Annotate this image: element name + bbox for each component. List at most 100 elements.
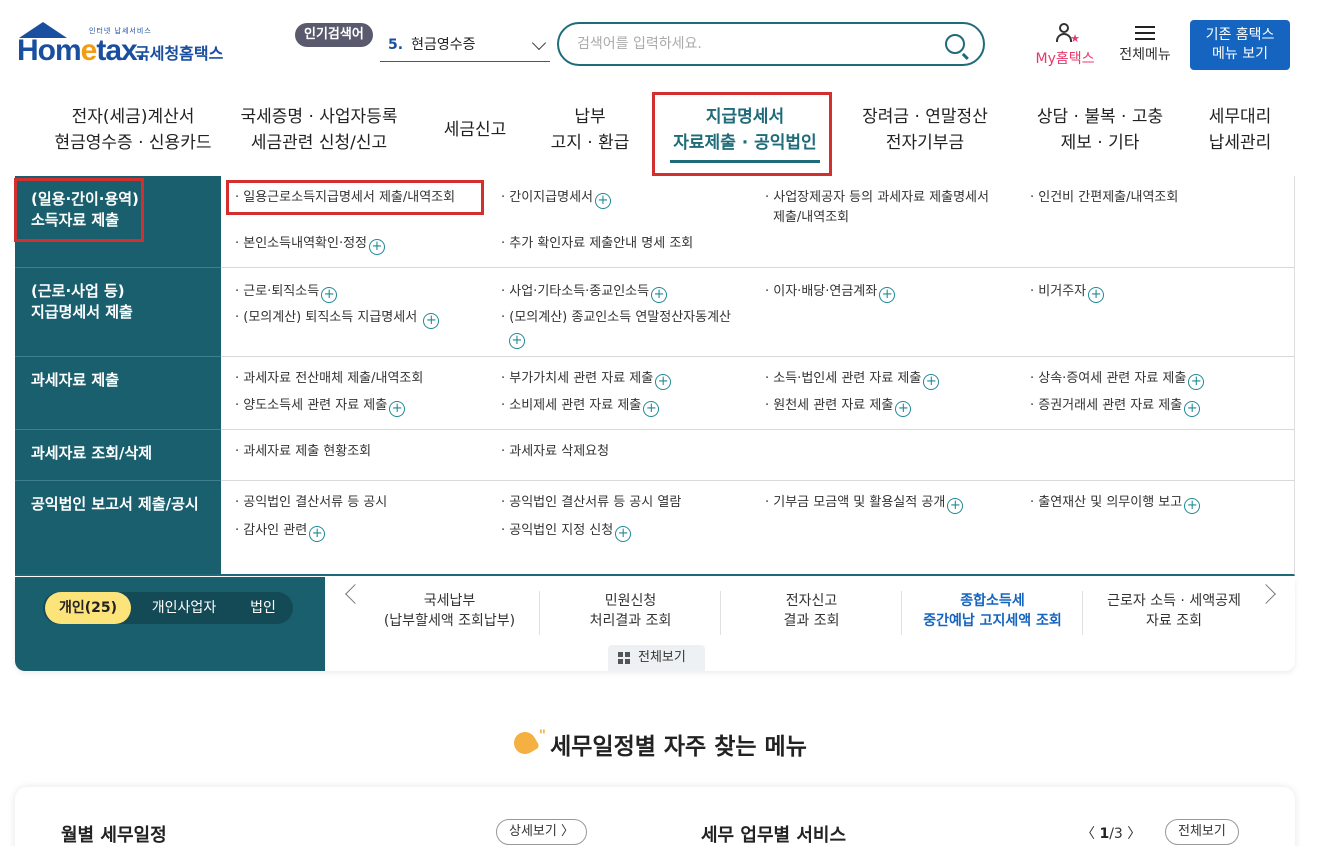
detail-view-button[interactable]: 상세보기 〉: [496, 819, 587, 845]
section-title-text: 세무일정별 자주 찾는 메뉴: [550, 734, 807, 760]
quick-label: (납부할세액 조회납부): [383, 613, 516, 629]
quick-label: 국세납부: [423, 593, 476, 609]
link-workplace-provider[interactable]: · 사업장제공자 등의 과세자료 제출명세서제출/내역조회: [765, 188, 989, 228]
search-box: [557, 22, 985, 66]
link-label: · 사업장제공자 등의 과세자료 제출명세서: [765, 190, 989, 205]
old-menu-label-2: 메뉴 보기: [1212, 46, 1268, 62]
gnb-tax-report[interactable]: 세금신고: [430, 117, 520, 143]
chevron-down-icon: [531, 35, 547, 51]
search-icon[interactable]: [945, 34, 965, 54]
pager-next-icon[interactable]: 〉: [1127, 826, 1141, 842]
link-vat-data[interactable]: · 부가가치세 관련 자료 제출 +: [501, 369, 672, 390]
link-consumption-data[interactable]: · 소비제세 관련 자료 제출 +: [501, 396, 660, 417]
link-label: · 이자·배당·연금계좌: [765, 284, 878, 299]
link-business-other[interactable]: · 사업·기타소득·종교인소득 +: [501, 282, 668, 303]
quick-label: 종합소득세: [960, 593, 1025, 609]
link-labor-cost[interactable]: · 인건비 간편제출/내역조회: [1030, 188, 1178, 208]
mega-row: (근로·사업 등) 지급명세서 제출 · 근로·퇴직소득 + · 사업·기타소득·종…: [15, 268, 1295, 357]
user-type-toggle: 개인(25) 개인사업자 법인: [43, 592, 293, 624]
hometax-logo[interactable]: 인터넷 납세서비스 Hometax. 국세청홈택스: [17, 22, 232, 72]
category-earned-income[interactable]: (근로·사업 등) 지급명세서 제출: [15, 268, 221, 357]
plus-icon: +: [615, 526, 632, 542]
gnb-incentive[interactable]: 장려금 · 연말정산 전자기부금: [850, 104, 1000, 156]
logo-subtitle: 국세청홈택스: [135, 44, 224, 63]
link-transfer-data[interactable]: · 양도소득세 관련 자료 제출 +: [235, 396, 406, 417]
quick-label: 전자신고: [785, 593, 838, 609]
link-earned-retirement[interactable]: · 근로·퇴직소득 +: [235, 282, 338, 303]
link-auditor[interactable]: · 감사인 관련 +: [235, 521, 326, 542]
quick-view-all-button[interactable]: 전체보기: [608, 645, 705, 671]
gnb-certificate[interactable]: 국세증명 · 사업자등록 세금관련 신청/신고: [234, 104, 404, 156]
mega-row: (일용·간이·용역) 소득자료 제출 · 일용근로소득지급명세서 제출/내역조회 …: [15, 176, 1295, 268]
popular-rank: 5.: [388, 37, 404, 53]
plus-icon: +: [595, 193, 611, 209]
link-donation-disclose[interactable]: · 기부금 모금액 및 활용실적 공개 +: [765, 493, 964, 514]
link-inheritance-data[interactable]: · 상속·증여세 관련 자료 제출 +: [1030, 369, 1205, 390]
link-submit-status[interactable]: · 과세자료 제출 현황조회: [235, 442, 371, 462]
page-total: /3: [1109, 826, 1123, 842]
user-type-panel: 개인(25) 개인사업자 법인: [15, 577, 325, 671]
link-public-corp-disclose[interactable]: · 공익법인 결산서류 등 공시: [235, 493, 387, 513]
gnb-label: 세무대리: [1208, 107, 1272, 127]
category-public-corp[interactable]: 공익법인 보고서 제출/공시: [15, 481, 221, 574]
gnb-tax-agent[interactable]: 세무대리 납세관리: [1195, 104, 1285, 156]
gnb-payment[interactable]: 납부 고지 · 환급: [540, 104, 640, 156]
link-label: · 본인소득내역확인·정정: [235, 236, 367, 251]
link-withholding-data[interactable]: · 원천세 관련 자료 제출 +: [765, 396, 912, 417]
service-view-all-button[interactable]: 전체보기: [1165, 819, 1239, 845]
link-label: 제출/내역조회: [773, 210, 850, 225]
pager: 〈 1/3 〉: [1081, 823, 1141, 843]
plus-icon: +: [879, 287, 896, 303]
link-mock-retirement[interactable]: · (모의계산) 퇴직소득 지급명세서 +: [235, 308, 440, 329]
gnb-consult[interactable]: 상담 · 불복 · 고충 제보 · 기타: [1025, 104, 1175, 156]
link-non-resident[interactable]: · 비거주자 +: [1030, 282, 1105, 303]
link-contribution-report[interactable]: · 출연재산 및 의무이행 보고 +: [1030, 493, 1201, 514]
gnb-label: 전자기부금: [885, 133, 965, 153]
grid-icon: [618, 652, 631, 665]
quick-income-tax-prepay[interactable]: 종합소득세 중간예납 고지세액 조회: [903, 591, 1083, 635]
search-input[interactable]: [577, 34, 937, 54]
pager-prev-icon[interactable]: 〈: [1081, 826, 1095, 842]
quick-national-tax-payment[interactable]: 국세납부 (납부할세액 조회납부): [360, 591, 540, 635]
gnb-tax-invoice[interactable]: 전자(세금)계산서 현금영수증 · 신용카드: [38, 104, 228, 156]
link-public-corp-view[interactable]: · 공익법인 결산서류 등 공시 열람: [501, 493, 681, 513]
seg-sole-proprietor[interactable]: 개인사업자: [139, 592, 229, 624]
link-interest-dividend[interactable]: · 이자·배당·연금계좌 +: [765, 282, 896, 303]
link-label: · 감사인 관련: [235, 523, 308, 538]
plus-icon: +: [1088, 287, 1105, 303]
seg-corporation[interactable]: 법인: [233, 592, 293, 624]
monthly-schedule-title: 월별 세무일정: [61, 825, 167, 846]
all-menu-label: 전체메뉴: [1119, 47, 1171, 63]
all-menu-button[interactable]: 전체메뉴: [1113, 22, 1177, 68]
link-simple-statement[interactable]: · 간이지급명세서 +: [501, 188, 611, 209]
seg-individual[interactable]: 개인(25): [45, 592, 131, 624]
old-menu-button[interactable]: 기존 홈택스 메뉴 보기: [1190, 20, 1290, 70]
link-additional-docs[interactable]: · 추가 확인자료 제출안내 명세 조회: [501, 234, 693, 254]
link-mock-religious[interactable]: · (모의계산) 종교인소득 연말정산자동계산 +: [501, 308, 761, 349]
bell-icon: ": [510, 727, 546, 759]
highlight-box-link: [226, 180, 484, 215]
category-label: 공익법인 보고서 제출/공시: [31, 495, 199, 513]
popular-search-select[interactable]: 5. 현금영수증: [380, 30, 550, 62]
link-electronic-media[interactable]: · 과세자료 전산매체 제출/내역조회: [235, 369, 423, 389]
category-label: 지급명세서 제출: [31, 303, 133, 321]
page-current: 1: [1099, 826, 1110, 842]
category-tax-data-submit[interactable]: 과세자료 제출: [15, 357, 221, 430]
plus-icon: +: [309, 526, 326, 542]
quick-e-filing[interactable]: 전자신고 결과 조회: [722, 591, 902, 635]
my-hometax-button[interactable]: ★ My홈택스: [1030, 22, 1100, 68]
link-income-corp-data[interactable]: · 소득·법인세 관련 자료 제출 +: [765, 369, 940, 390]
quick-civil-petition[interactable]: 민원신청 처리결과 조회: [541, 591, 721, 635]
plus-icon: +: [1184, 401, 1201, 417]
my-hometax-label: My홈택스: [1035, 51, 1095, 67]
link-label: · 소득·법인세 관련 자료 제출: [765, 371, 922, 386]
link-public-corp-apply[interactable]: · 공익법인 지정 신청 +: [501, 521, 632, 542]
plus-icon: +: [1184, 498, 1201, 514]
link-own-income[interactable]: · 본인소득내역확인·정정 +: [235, 234, 385, 255]
quick-worker-deduction[interactable]: 근로자 소득 · 세액공제 자료 조회: [1084, 591, 1264, 635]
link-securities-data[interactable]: · 증권거래세 관련 자료 제출 +: [1030, 396, 1201, 417]
link-delete-request[interactable]: · 과세자료 삭제요청: [501, 442, 609, 462]
user-icon: ★: [1054, 22, 1080, 45]
popular-term: 현금영수증: [411, 37, 476, 53]
category-tax-data-query[interactable]: 과세자료 조회/삭제: [15, 430, 221, 481]
